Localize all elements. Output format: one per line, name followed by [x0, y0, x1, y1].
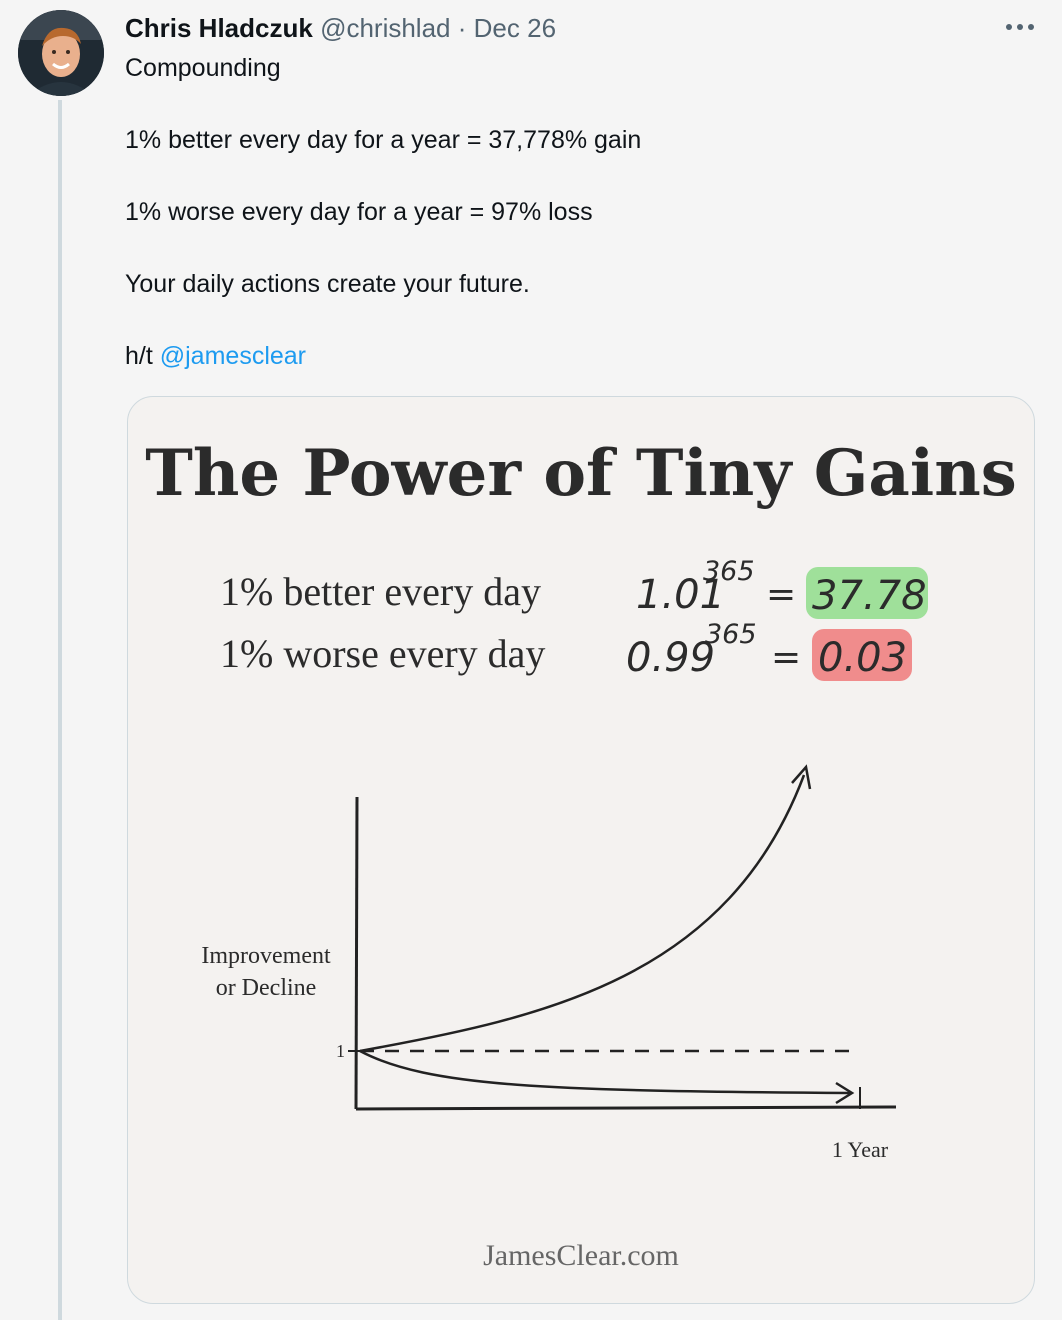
worse-label: 1% worse every day: [220, 631, 545, 676]
thread-connector-line: [58, 100, 62, 1320]
worse-result: 0.03: [818, 635, 907, 681]
tweet-date[interactable]: Dec 26: [474, 13, 556, 43]
decline-curve: [359, 1049, 851, 1095]
tweet-line-1: Compounding: [125, 54, 281, 82]
better-result: 37.78: [812, 573, 927, 619]
more-options-button[interactable]: [1000, 12, 1040, 42]
tiny-gains-graphic: The Power of Tiny Gains 1% better every …: [145, 436, 1017, 1272]
y-label-line1: Improvement: [201, 943, 331, 969]
worse-base: 0.99: [626, 635, 715, 681]
x-tick-label: 1 Year: [832, 1137, 889, 1162]
author-handle[interactable]: @chrishlad: [320, 13, 450, 43]
growth-curve: [359, 774, 806, 1053]
x-axis: [355, 1105, 897, 1111]
more-horizontal-icon: [1006, 24, 1034, 30]
header-separator: ·: [457, 13, 467, 43]
worse-equals: =: [771, 637, 801, 678]
source-watermark: JamesClear.com: [483, 1239, 679, 1272]
avatar-image: [18, 10, 104, 96]
better-exponent: 365: [703, 556, 755, 587]
y-label-line2: or Decline: [216, 975, 317, 1001]
better-equals: =: [766, 574, 796, 615]
tweet-line-4: Your daily actions create your future.: [125, 270, 530, 298]
mention-link[interactable]: @jamesclear: [160, 342, 306, 370]
tweet-header: Chris Hladczuk @chrishlad · Dec 26: [125, 11, 556, 45]
tweet-line-3: 1% worse every day for a year = 97% loss: [125, 198, 593, 226]
y-tick-label: 1: [336, 1041, 345, 1061]
author-name[interactable]: Chris Hladczuk: [125, 13, 313, 43]
hat-tip-label: h/t: [125, 342, 153, 370]
worse-exponent: 365: [705, 619, 757, 650]
tweet-line-5: h/t @jamesclear: [125, 340, 1025, 372]
author-avatar[interactable]: [18, 10, 104, 96]
graphic-title: The Power of Tiny Gains: [145, 436, 1017, 511]
tweet-line-2: 1% better every day for a year = 37,778%…: [125, 126, 642, 154]
tweet-media-image[interactable]: The Power of Tiny Gains 1% better every …: [127, 396, 1035, 1304]
better-label: 1% better every day: [220, 569, 541, 614]
y-axis: [354, 796, 359, 1110]
